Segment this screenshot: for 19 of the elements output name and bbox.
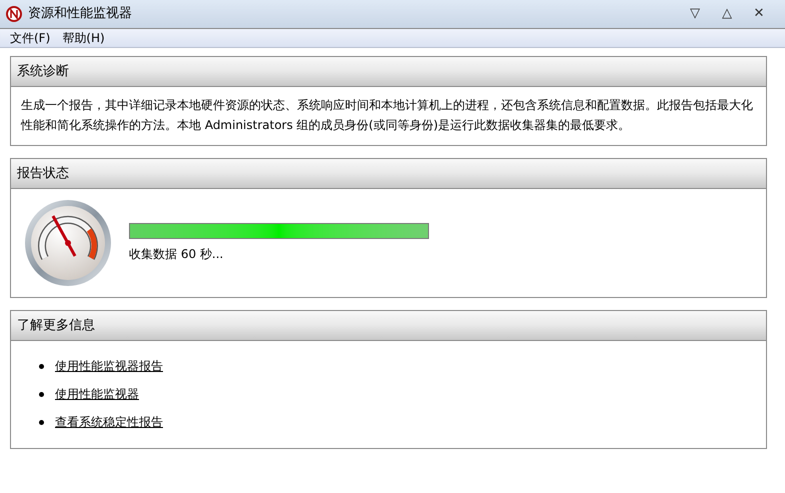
section-title: 系统诊断 (17, 62, 69, 81)
app-icon (6, 6, 22, 22)
help-link[interactable]: 使用性能监视器报告 (55, 357, 163, 376)
minimize-button[interactable]: ▽ (679, 4, 711, 24)
status-text: 收集数据 60 秒... (129, 246, 224, 263)
maximize-button[interactable]: △ (711, 4, 743, 24)
gauge-icon (23, 198, 113, 288)
bullet-icon (39, 364, 44, 369)
menu-item[interactable]: 文件(F) (4, 29, 56, 47)
window-title: 资源和性能监视器 (28, 5, 132, 24)
close-button[interactable]: ✕ (743, 4, 775, 24)
menu-item[interactable]: 帮助(H) (56, 29, 111, 47)
bullet-icon (39, 420, 44, 425)
description-text: 生成一个报告，其中详细记录本地硬件资源的状态、系统响应时间和本地计算机上的进程，还包含系统信息和配置数据。此报告包括最大化性能和简化系统操作的方法。本地 Administrators 组的成员身份(或同等身份)是运行此数据收集器集的最低要求。 (21, 97, 754, 134)
bullet-icon (39, 392, 44, 397)
section-title: 了解更多信息 (17, 316, 95, 335)
help-link[interactable]: 查看系统稳定性报告 (55, 413, 163, 432)
section-title: 报告状态 (17, 164, 69, 183)
help-link[interactable]: 使用性能监视器 (55, 385, 139, 404)
